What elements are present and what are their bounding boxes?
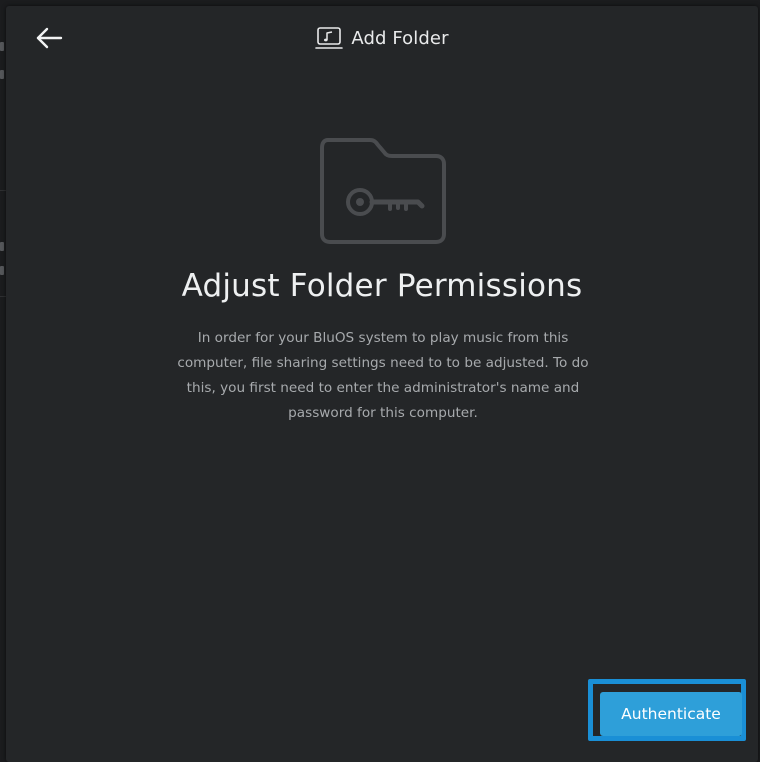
background-text-fragment <box>0 266 4 275</box>
add-folder-dialog: Add Folder Adjust Folder Permissions In … <box>6 6 758 762</box>
page-heading: Adjust Folder Permissions <box>181 268 583 304</box>
background-text-fragment <box>0 242 4 251</box>
folder-key-icon <box>320 138 446 244</box>
background-text-fragment <box>0 70 4 79</box>
authenticate-button[interactable]: Authenticate <box>600 692 742 736</box>
dialog-title: Add Folder <box>6 25 758 51</box>
dialog-header: Add Folder <box>6 6 758 68</box>
background-text-fragment <box>0 42 4 51</box>
dialog-title-text: Add Folder <box>351 27 449 49</box>
music-folder-icon <box>315 27 344 49</box>
permission-description: In order for your BluOS system to play m… <box>177 330 589 421</box>
